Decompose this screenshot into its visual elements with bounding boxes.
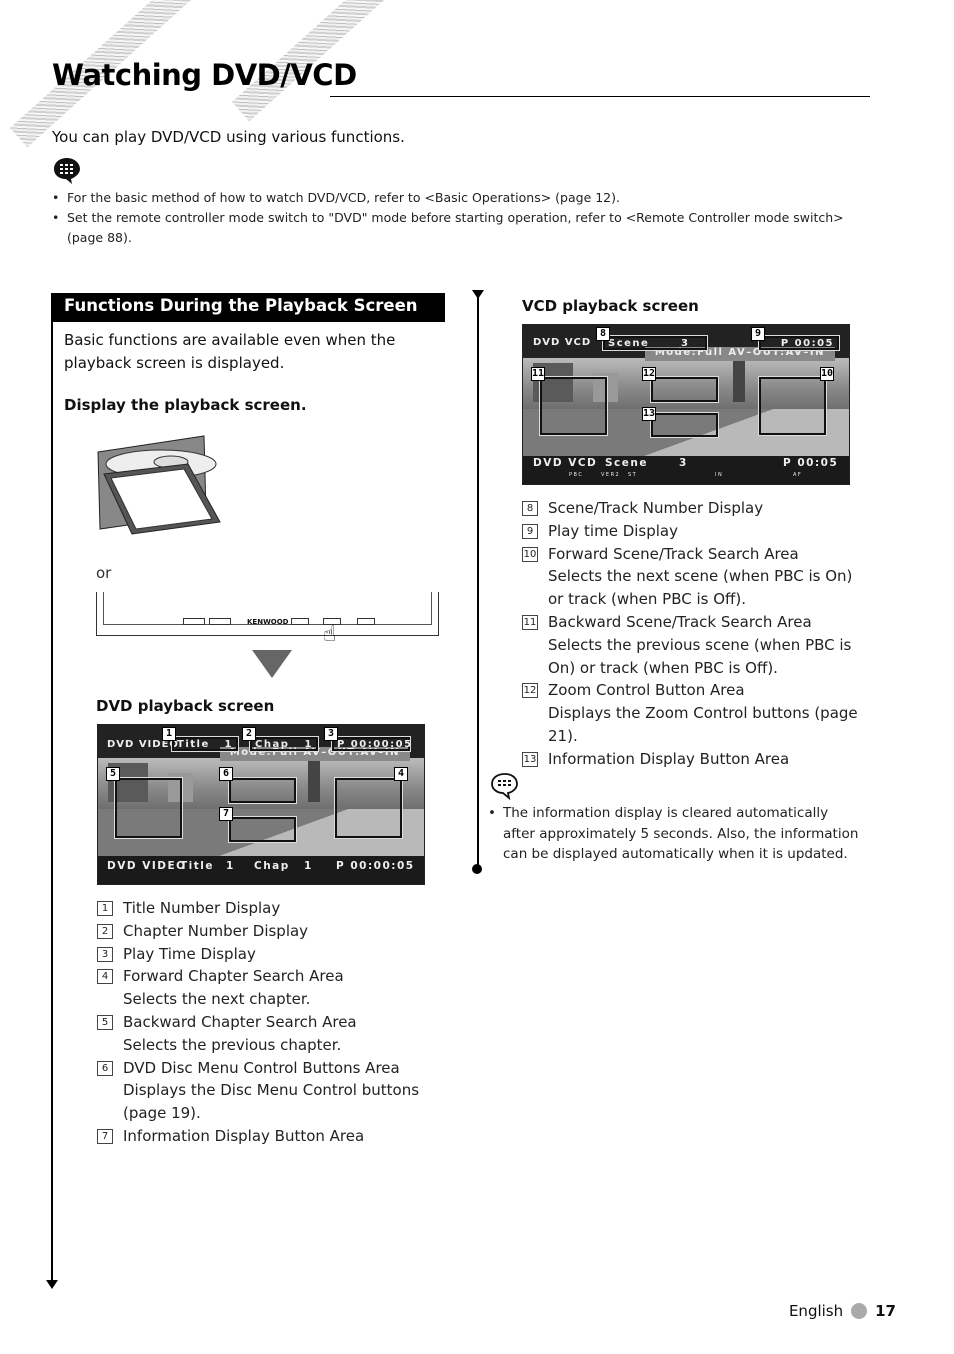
callout-7: 7	[219, 807, 233, 821]
callout-10: 10	[820, 367, 834, 381]
title-rule	[330, 96, 870, 97]
page-footer: English 17	[789, 1302, 896, 1320]
panel-button[interactable]	[291, 618, 309, 625]
note-icon	[52, 156, 82, 190]
legend-item: 9 Play time Display	[522, 520, 872, 543]
legend-item: 13 Information Display Button Area	[522, 749, 790, 768]
status-bar: DVD VIDEO Title 1 Chap 1 P 00:00:05	[98, 856, 424, 884]
note-item: Set the remote controller mode switch to…	[52, 208, 872, 248]
callout-12: 12	[642, 367, 656, 381]
vcd-screen-label: VCD playback screen	[522, 297, 699, 315]
brand-logo: KENWOOD	[247, 618, 289, 626]
callout-13: 13	[642, 407, 656, 421]
section-description: Basic functions are available even when …	[64, 331, 396, 372]
title-number-display[interactable]: Title 1	[171, 736, 239, 752]
note-icon	[490, 772, 520, 804]
legend-item: 5 Backward Chapter Search Area	[97, 1011, 437, 1034]
panel-button[interactable]	[183, 618, 205, 625]
callout-2: 2	[242, 727, 256, 741]
legend-item: 12 Zoom Control Button Area	[522, 681, 745, 700]
or-label: or	[96, 564, 112, 582]
flow-line	[51, 293, 53, 1283]
legend-desc: Selects the next scene (when PBC is On) …	[548, 567, 853, 609]
step-label: Display the playback screen.	[64, 396, 307, 414]
note-item: The information display is cleared autom…	[488, 803, 863, 865]
callout-5: 5	[106, 767, 120, 781]
flow-end-dot	[472, 864, 482, 874]
pointing-hand-icon: ☝	[323, 622, 337, 647]
monitor-open-illustration	[96, 434, 226, 550]
legend-desc: Displays the Disc Menu Control buttons (…	[123, 1081, 420, 1123]
language-label: English	[788, 1302, 844, 1320]
legend-desc: Selects the previous scene (when PBC is …	[548, 635, 852, 677]
legend-item: 3 Play Time Display	[97, 943, 437, 966]
legend-item: 7 Information Display Button Area	[97, 1125, 437, 1148]
forward-scene-track-search-area[interactable]	[758, 376, 827, 436]
legend-desc: Displays the Zoom Control buttons (page …	[548, 704, 858, 745]
legend-desc: Selects the previous chapter.	[123, 1035, 342, 1054]
legend-item: 11 Backward Scene/Track Search Area	[522, 612, 812, 631]
legend-item: 8 Scene/Track Number Display	[522, 497, 872, 520]
zoom-control-button-area[interactable]	[650, 376, 719, 403]
information-display-button-area[interactable]	[228, 816, 297, 843]
source-label: DVD VCD	[533, 337, 592, 348]
separator-dot	[851, 1303, 868, 1319]
legend-item: 4 Forward Chapter Search Area	[97, 965, 437, 988]
vcd-note: The information display is cleared autom…	[488, 803, 863, 865]
backward-scene-track-search-area[interactable]	[539, 376, 608, 436]
callout-8: 8	[596, 327, 610, 341]
scene-track-number-display[interactable]: Scene 3	[602, 335, 708, 351]
callout-1: 1	[162, 727, 176, 741]
panel-button[interactable]	[209, 618, 231, 625]
disc-menu-control-area[interactable]	[228, 777, 297, 804]
note-item: For the basic method of how to watch DVD…	[52, 188, 872, 208]
legend-item: 2 Chapter Number Display	[97, 920, 437, 943]
play-time-display[interactable]: P 00:00:05	[331, 736, 411, 752]
flow-line	[477, 296, 479, 868]
callout-3: 3	[324, 727, 338, 741]
information-display-button-area[interactable]	[650, 412, 719, 438]
callout-11: 11	[531, 367, 545, 381]
page-title: Watching DVD/VCD	[52, 58, 357, 92]
legend-item: 10 Forward Scene/Track Search Area	[522, 544, 799, 563]
play-time-display[interactable]: P 00:05	[758, 335, 840, 351]
flow-arrow-icon	[46, 1280, 58, 1289]
dvd-legend: 1 Title Number Display 2 Chapter Number Di…	[97, 897, 437, 1148]
page-number: 17	[875, 1302, 896, 1320]
top-notes: For the basic method of how to watch DVD…	[52, 188, 872, 248]
callout-9: 9	[751, 327, 765, 341]
backward-chapter-search-area[interactable]	[114, 777, 183, 839]
intro-text: You can play DVD/VCD using various funct…	[52, 128, 405, 146]
front-panel-illustration: KENWOOD ☝	[96, 592, 439, 647]
flow-arrow-icon	[472, 290, 484, 299]
section-heading: Functions During the Playback Screen	[52, 293, 445, 322]
panel-button[interactable]	[357, 618, 375, 625]
dvd-playback-screen: DVD VIDEO Mode:Full AV–OUT:AV–IN Title 1…	[97, 724, 425, 885]
forward-chapter-search-area[interactable]	[334, 777, 403, 839]
status-bar: DVD VCD Scene 3 P 00:05 PBC VER2 ST IN A…	[523, 456, 849, 484]
vcd-legend: 8 Scene/Track Number Display 9 Play time D…	[522, 497, 872, 771]
legend-desc: Selects the next chapter.	[123, 990, 311, 1009]
vcd-playback-screen: DVD VCD Mode:Full AV–OUT:AV–IN Scene 3 P …	[522, 324, 850, 485]
down-arrow-icon	[252, 650, 292, 678]
chapter-number-display[interactable]: Chap 1	[249, 736, 319, 752]
dvd-screen-label: DVD playback screen	[96, 697, 275, 715]
legend-item: 6 DVD Disc Menu Control Buttons Area	[97, 1057, 437, 1080]
callout-6: 6	[219, 767, 233, 781]
legend-item: 1 Title Number Display	[97, 897, 437, 920]
callout-4: 4	[394, 767, 408, 781]
